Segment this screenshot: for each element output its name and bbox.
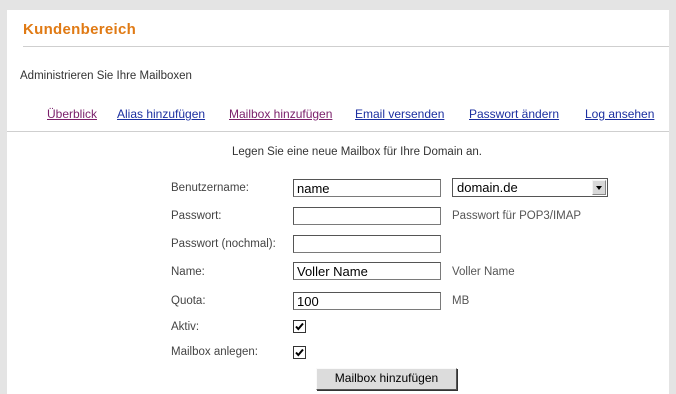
active-checkbox[interactable] [293, 320, 306, 333]
password-hint: Passwort für POP3/IMAP [452, 210, 582, 222]
add-mailbox-button[interactable]: Mailbox hinzufügen [316, 368, 457, 390]
name-label: Name: [171, 266, 205, 278]
checkmark-icon [295, 322, 304, 331]
create-mailbox-checkbox[interactable] [293, 346, 306, 359]
quota-unit: MB [452, 295, 470, 307]
nav-link-add-mailbox[interactable]: Mailbox hinzufügen [229, 107, 332, 121]
checkmark-icon [295, 348, 304, 357]
password-label: Passwort: [171, 210, 222, 222]
nav-link-add-alias[interactable]: Alias hinzufügen [117, 107, 205, 121]
nav-link-change-password[interactable]: Passwort ändern [469, 107, 559, 121]
nav-link-send-email[interactable]: Email versenden [355, 107, 444, 121]
content-panel [7, 10, 669, 394]
page-subtitle: Administrieren Sie Ihre Mailboxen [20, 70, 192, 82]
domain-select[interactable]: domain.de [452, 178, 608, 197]
page-title: Kundenbereich [23, 21, 137, 38]
nav-link-overview[interactable]: Überblick [47, 107, 97, 121]
chevron-down-icon[interactable] [592, 180, 606, 195]
window-frame-left [0, 10, 7, 394]
password-input[interactable] [293, 207, 441, 225]
password-repeat-label: Passwort (nochmal): [171, 238, 276, 250]
title-divider [23, 46, 669, 47]
username-label: Benutzername: [171, 182, 249, 194]
name-hint: Voller Name [452, 266, 515, 278]
username-input[interactable]: name [293, 179, 441, 197]
window-frame-right [669, 10, 676, 394]
password-repeat-input[interactable] [293, 235, 441, 253]
form-intro: Legen Sie eine neue Mailbox für Ihre Dom… [232, 146, 482, 158]
quota-label: Quota: [171, 295, 206, 307]
window-frame-top [0, 0, 676, 10]
create-mailbox-label: Mailbox anlegen: [171, 346, 258, 358]
active-label: Aktiv: [171, 321, 200, 333]
nav-divider [7, 131, 669, 132]
nav-link-view-log[interactable]: Log ansehen [585, 107, 654, 121]
quota-input[interactable]: 100 [293, 292, 441, 310]
domain-select-value: domain.de [457, 180, 518, 195]
name-input[interactable]: Voller Name [293, 262, 441, 280]
